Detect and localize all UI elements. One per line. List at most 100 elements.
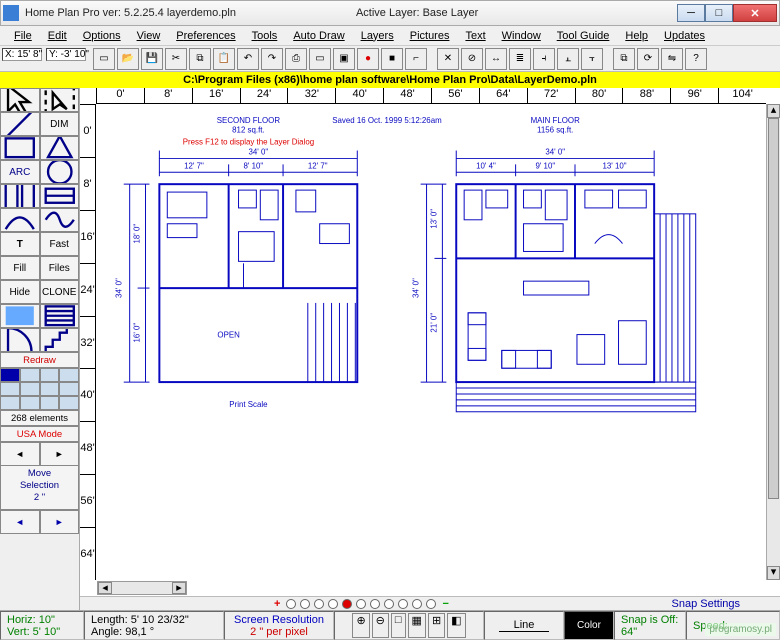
menu-auto-draw[interactable]: Auto Draw <box>285 28 352 44</box>
status-zoom-tools[interactable]: ⊕ ⊖ □ ▦ ⊞ ◧ <box>334 611 484 640</box>
status-bar: Horiz: 10" Vert: 5' 10" Length: 5' 10 23… <box>0 610 780 640</box>
nudge-right[interactable]: ► <box>40 510 80 534</box>
watermark: programosy.pl <box>705 623 776 636</box>
vertical-scrollbar[interactable]: ▴▾ <box>766 104 780 580</box>
svg-text:12' 7": 12' 7" <box>308 161 328 170</box>
snap-minus-icon[interactable]: − <box>442 598 448 610</box>
maximize-button[interactable]: □ <box>705 4 733 22</box>
svg-text:OPEN: OPEN <box>217 331 240 340</box>
tool-fast[interactable]: Fast <box>40 232 80 256</box>
tool-files[interactable]: Files <box>40 256 80 280</box>
menu-tool-guide[interactable]: Tool Guide <box>549 28 618 44</box>
mode-next[interactable]: ► <box>40 442 80 466</box>
menu-preferences[interactable]: Preferences <box>168 28 243 44</box>
title-bar: Home Plan Pro ver: 5.2.25.4 layerdemo.pl… <box>0 0 780 26</box>
svg-text:34' 0": 34' 0" <box>248 147 268 156</box>
menu-window[interactable]: Window <box>494 28 549 44</box>
tool-rect[interactable] <box>0 136 40 160</box>
status-angle: Angle: 98,1 ° <box>91 626 217 638</box>
tool-curve2[interactable] <box>40 208 80 232</box>
save-button[interactable]: 💾 <box>141 48 163 70</box>
tool-pattern[interactable] <box>40 304 80 328</box>
svg-text:34' 0": 34' 0" <box>115 278 124 298</box>
svg-text:13' 10": 13' 10" <box>603 161 627 170</box>
menu-view[interactable]: View <box>129 28 169 44</box>
align2-button[interactable]: ⫟ <box>581 48 603 70</box>
menu-edit[interactable]: Edit <box>40 28 75 44</box>
active-layer-label: Active Layer: Base Layer <box>356 7 478 19</box>
center-button[interactable]: ⫠ <box>557 48 579 70</box>
measure-button[interactable]: ↔ <box>485 48 507 70</box>
select-button[interactable]: ▣ <box>333 48 355 70</box>
menu-options[interactable]: Options <box>75 28 129 44</box>
menu-tools[interactable]: Tools <box>244 28 286 44</box>
tool-arc[interactable]: ARC <box>0 160 40 184</box>
tool-fill[interactable]: Fill <box>0 256 40 280</box>
copy-button[interactable]: ⧉ <box>189 48 211 70</box>
tool-window[interactable] <box>40 184 80 208</box>
snap-plus-icon[interactable]: + <box>274 598 280 610</box>
menu-help[interactable]: Help <box>617 28 656 44</box>
redraw-button[interactable]: Redraw <box>0 352 79 368</box>
menu-updates[interactable]: Updates <box>656 28 713 44</box>
cancel-button[interactable]: ⊘ <box>461 48 483 70</box>
move-selection-label[interactable]: Move Selection 2 " <box>0 466 79 510</box>
undo-button[interactable]: ↶ <box>237 48 259 70</box>
layers-button[interactable]: ≣ <box>509 48 531 70</box>
open-button[interactable]: 📂 <box>117 48 139 70</box>
mode-prev[interactable]: ◄ <box>0 442 40 466</box>
tool-circle[interactable] <box>40 160 80 184</box>
tool-curve[interactable] <box>0 208 40 232</box>
tool-text[interactable]: T <box>0 232 40 256</box>
door-button[interactable]: ⌐ <box>405 48 427 70</box>
tool-door[interactable] <box>0 328 40 352</box>
svg-text:8' 10": 8' 10" <box>244 161 264 170</box>
rotate-button[interactable]: ⟳ <box>637 48 659 70</box>
menu-pictures[interactable]: Pictures <box>402 28 458 44</box>
tool-stairs[interactable] <box>40 328 80 352</box>
rect-button[interactable]: ▭ <box>309 48 331 70</box>
toolbar: X: 15' 8" Y: -3' 10" ▭📂💾✂⧉📋↶↷⎙▭▣●■⌐✕⊘↔≣⫞… <box>0 46 780 72</box>
status-length: Length: 5' 10 23/32" <box>91 614 217 626</box>
delete-button[interactable]: ✕ <box>437 48 459 70</box>
menu-text[interactable]: Text <box>457 28 493 44</box>
color-palette[interactable] <box>0 368 79 410</box>
file-path-bar: C:\Program Files (x86)\home plan softwar… <box>0 72 780 88</box>
marker-red-button[interactable]: ● <box>357 48 379 70</box>
tool-polygon[interactable] <box>40 136 80 160</box>
horizontal-scrollbar[interactable]: ◂▸ <box>97 581 187 595</box>
svg-text:18' 0": 18' 0" <box>133 224 142 244</box>
menu-file[interactable]: File <box>6 28 40 44</box>
tool-dim[interactable]: DIM <box>40 112 80 136</box>
tool-arrow[interactable] <box>0 88 40 112</box>
paste-button[interactable]: 📋 <box>213 48 235 70</box>
close-button[interactable]: ✕ <box>733 4 777 22</box>
nudge-left[interactable]: ◄ <box>0 510 40 534</box>
redo-button[interactable]: ↷ <box>261 48 283 70</box>
snap-dot[interactable] <box>286 599 296 609</box>
align-button[interactable]: ⫞ <box>533 48 555 70</box>
mode-label[interactable]: USA Mode <box>0 426 79 442</box>
tool-line[interactable] <box>0 112 40 136</box>
ruler-vertical: 0'8'16'24'32'40'48'56'64' <box>80 104 96 580</box>
tool-hide[interactable]: Hide <box>0 280 40 304</box>
flip-button[interactable]: ⇋ <box>661 48 683 70</box>
copy2-button[interactable]: ⧉ <box>613 48 635 70</box>
status-line-label: Line <box>514 619 535 631</box>
snap-settings-link[interactable]: Snap Settings <box>672 598 780 610</box>
cut-button[interactable]: ✂ <box>165 48 187 70</box>
tool-gradient[interactable] <box>0 304 40 328</box>
print-button[interactable]: ⎙ <box>285 48 307 70</box>
svg-text:16' 0": 16' 0" <box>133 323 142 343</box>
tool-wall[interactable] <box>0 184 40 208</box>
svg-text:Print Scale: Print Scale <box>229 400 268 409</box>
tool-select[interactable] <box>40 88 80 112</box>
marker-black-button[interactable]: ■ <box>381 48 403 70</box>
drawing-area[interactable]: 0'8'16'24'32'40'48'56'64'72'80'88'96'104… <box>80 88 780 610</box>
query-button[interactable]: ? <box>685 48 707 70</box>
new-button[interactable]: ▭ <box>93 48 115 70</box>
tool-clone[interactable]: CLONE <box>40 280 80 304</box>
menu-layers[interactable]: Layers <box>353 28 402 44</box>
status-color-button[interactable]: Color <box>564 611 614 640</box>
minimize-button[interactable]: ─ <box>677 4 705 22</box>
